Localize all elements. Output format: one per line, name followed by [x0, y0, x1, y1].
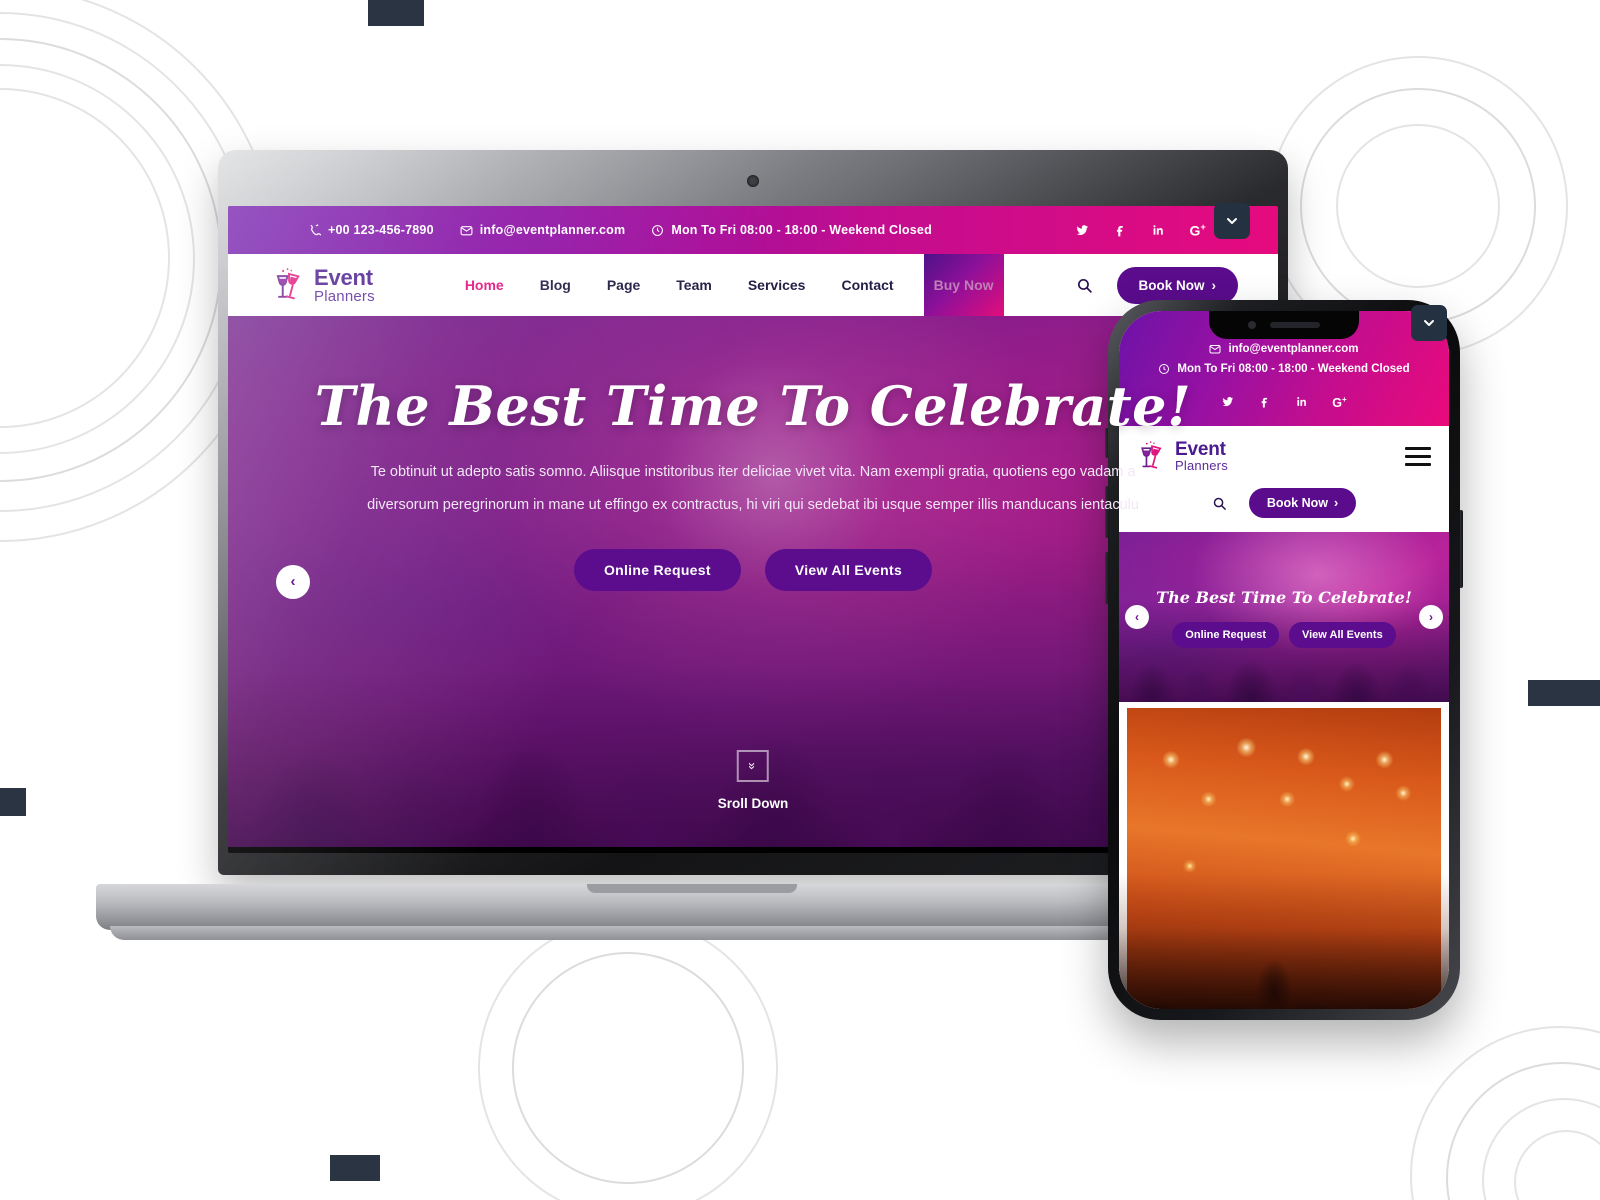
decor-ring: [1336, 124, 1500, 288]
hero-paragraph: Te obtinuit ut adepto satis somno. Aliis…: [323, 456, 1183, 523]
linkedin-icon[interactable]: [1295, 395, 1308, 410]
mobile-hero-heading: The Best Time To Celebrate!: [1156, 588, 1412, 608]
mobile-event-photo-section: [1119, 702, 1449, 1009]
linkedin-icon[interactable]: [1151, 223, 1165, 237]
decor-square-left: [0, 788, 26, 816]
concert-crowd-silhouette: [1119, 872, 1449, 1009]
mobile-online-request-button[interactable]: Online Request: [1172, 622, 1279, 649]
topbar-email-text: info@eventplanner.com: [479, 223, 626, 237]
wine-glasses-icon: [272, 267, 306, 303]
hero-prev-button[interactable]: ‹: [276, 564, 310, 599]
topbar-hours-text: Mon To Fri 08:00 - 18:00 - Weekend Close…: [671, 223, 932, 237]
mobile-hero-slider: ‹ › The Best Time To Celebrate! Online R…: [1119, 532, 1449, 703]
menu-item-team[interactable]: Team: [658, 277, 730, 293]
laptop-base-foot: [110, 926, 1274, 940]
front-camera-icon: [1248, 321, 1256, 329]
chevron-right-icon: ›: [1333, 496, 1339, 511]
topbar-social-links: G+: [1075, 222, 1234, 238]
online-request-button[interactable]: Online Request: [573, 548, 741, 591]
clock-icon: [651, 224, 664, 237]
google-plus-icon[interactable]: G+: [1189, 222, 1206, 238]
desktop-topbar: +00 123-456-7890 info@eventplanner.com M…: [228, 206, 1278, 254]
facebook-icon[interactable]: [1113, 223, 1127, 237]
main-menu: Home Blog Page Team Services Contact Buy…: [447, 254, 1004, 316]
hero-paragraph-line1: Te obtinuit ut adepto satis somno. Aliis…: [370, 464, 1136, 480]
concert-stage-photo: [1119, 708, 1449, 1009]
topbar-email[interactable]: info@eventplanner.com: [460, 223, 626, 237]
menu-item-page[interactable]: Page: [589, 277, 658, 293]
logo-text: Event Planners: [314, 264, 375, 305]
decor-square-bottom: [330, 1155, 380, 1181]
mobile-view-all-events-button[interactable]: View All Events: [1288, 622, 1396, 649]
search-icon[interactable]: [1076, 277, 1093, 294]
envelope-icon: [460, 224, 473, 237]
chevron-right-icon: ›: [1211, 277, 1217, 293]
scroll-down[interactable]: » Sroll Down: [717, 750, 789, 811]
view-all-events-button[interactable]: View All Events: [764, 548, 933, 591]
menu-item-blog[interactable]: Blog: [522, 277, 589, 293]
menu-item-services[interactable]: Services: [730, 277, 824, 293]
chevron-double-down-icon: »: [737, 750, 769, 782]
phone-notch: [1209, 311, 1359, 339]
google-plus-icon[interactable]: G+: [1332, 395, 1346, 410]
hamburger-menu-icon[interactable]: [1405, 446, 1431, 466]
navbar-actions: Book Now ›: [1076, 266, 1279, 304]
mobile-hero-next-button[interactable]: ›: [1419, 605, 1443, 630]
book-now-label: Book Now: [1138, 277, 1205, 293]
mobile-hero-prev-button[interactable]: ‹: [1125, 605, 1149, 630]
topbar-hours: Mon To Fri 08:00 - 18:00 - Weekend Close…: [651, 223, 932, 237]
hero-heading: The Best Time To Celebrate!: [314, 374, 1192, 438]
book-now-button[interactable]: Book Now ›: [1116, 266, 1238, 304]
mobile-hero-buttons: Online Request View All Events: [1119, 622, 1449, 649]
mobile-hero-content: The Best Time To Celebrate! Online Reque…: [1119, 532, 1449, 649]
topbar-contact-group: +00 123-456-7890 info@eventplanner.com M…: [308, 223, 932, 237]
earpiece-speaker: [1270, 322, 1320, 328]
mockup-canvas: +00 123-456-7890 info@eventplanner.com M…: [0, 0, 1600, 1200]
twitter-icon[interactable]: [1075, 223, 1089, 237]
menu-item-contact[interactable]: Contact: [823, 277, 911, 293]
topbar-phone-text: +00 123-456-7890: [328, 223, 434, 237]
topbar-phone[interactable]: +00 123-456-7890: [308, 223, 434, 237]
webcam-icon: [747, 175, 759, 187]
site-logo[interactable]: Event Planners: [272, 264, 375, 305]
menu-item-home[interactable]: Home: [447, 277, 522, 293]
decor-ring: [512, 952, 744, 1184]
decor-square-top: [368, 0, 424, 26]
buy-now-button[interactable]: Buy Now: [923, 254, 1004, 316]
scroll-down-label: Sroll Down: [717, 796, 789, 811]
logo-line1: Event: [314, 264, 373, 290]
laptop-chevron-down-button[interactable]: [1214, 203, 1250, 239]
phone-icon: [308, 223, 321, 237]
phone-chevron-down-button[interactable]: [1411, 305, 1447, 341]
hero-paragraph-line2: diversorum peregrinorum in mane ut effin…: [367, 497, 1139, 514]
decor-square-right: [1528, 680, 1600, 706]
logo-line2: Planners: [314, 287, 375, 305]
